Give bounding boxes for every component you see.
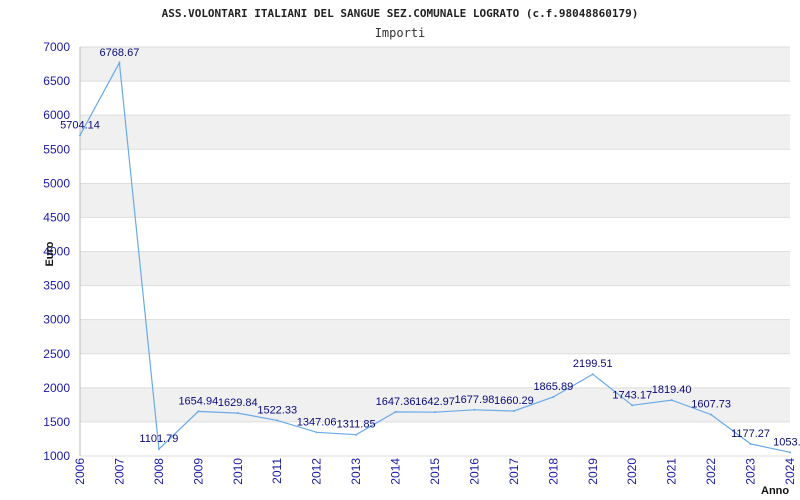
data-label: 1660.29 bbox=[494, 395, 534, 407]
x-tick-label: 2022 bbox=[704, 458, 718, 485]
x-tick-label: 2007 bbox=[112, 458, 126, 485]
data-label: 6768.67 bbox=[100, 47, 140, 59]
data-label: 1607.73 bbox=[691, 399, 731, 411]
data-point bbox=[197, 410, 200, 413]
chart-subtitle: Importi bbox=[375, 26, 426, 40]
x-tick-label: 2006 bbox=[73, 458, 87, 485]
x-tick-label: 2017 bbox=[507, 458, 521, 485]
x-tick-label: 2019 bbox=[586, 458, 600, 485]
y-tick-label: 1500 bbox=[43, 415, 70, 429]
x-tick-label: 2009 bbox=[191, 458, 205, 485]
y-tick-label: 3500 bbox=[43, 279, 70, 293]
grid-band bbox=[80, 251, 790, 286]
data-label: 1677.98 bbox=[455, 394, 495, 406]
data-label: 1311.85 bbox=[337, 419, 376, 431]
data-point bbox=[118, 61, 121, 64]
data-point bbox=[236, 412, 239, 415]
data-point bbox=[355, 433, 358, 436]
y-tick-label: 6500 bbox=[43, 74, 70, 88]
x-tick-label: 2016 bbox=[467, 458, 481, 485]
x-axis-label: Anno bbox=[761, 485, 789, 497]
y-tick-label: 2500 bbox=[43, 347, 70, 361]
grid-band bbox=[80, 81, 790, 116]
grid-band bbox=[80, 421, 790, 456]
x-tick-label: 2013 bbox=[349, 458, 363, 485]
data-point bbox=[591, 373, 594, 376]
x-tick-label: 2012 bbox=[310, 458, 324, 485]
y-tick-label: 5000 bbox=[43, 176, 70, 190]
x-axis-ticks: 2006 2007 2008 2009 2010 2011 2012 2013 2014 2015… bbox=[73, 458, 797, 485]
x-tick-label: 2018 bbox=[546, 458, 560, 485]
x-tick-label: 2024 bbox=[783, 458, 797, 485]
data-point bbox=[157, 448, 160, 451]
y-tick-label: 7000 bbox=[43, 40, 70, 54]
data-label: 1654.94 bbox=[178, 395, 218, 407]
data-point bbox=[631, 404, 634, 407]
data-label: 1053.6 bbox=[773, 436, 800, 448]
data-point bbox=[710, 413, 713, 416]
x-tick-label: 2014 bbox=[389, 458, 403, 485]
y-tick-label: 3000 bbox=[43, 313, 70, 327]
grid-band bbox=[80, 115, 790, 150]
x-tick-label: 2021 bbox=[665, 458, 679, 485]
x-tick-label: 2010 bbox=[231, 458, 245, 485]
chart: ASS.VOLONTARI ITALIANI DEL SANGUE SEZ.CO… bbox=[43, 7, 800, 497]
data-point bbox=[434, 411, 436, 414]
y-tick-label: 1000 bbox=[43, 449, 70, 463]
data-point bbox=[670, 399, 673, 402]
data-label: 2199.51 bbox=[573, 358, 613, 370]
data-point bbox=[512, 409, 515, 412]
chart-title: ASS.VOLONTARI ITALIANI DEL SANGUE SEZ.CO… bbox=[162, 7, 639, 20]
data-point bbox=[276, 419, 279, 422]
data-label: 1629.84 bbox=[218, 397, 258, 409]
grid-band bbox=[80, 319, 790, 354]
x-tick-label: 2023 bbox=[744, 458, 758, 485]
data-label: 5704.14 bbox=[60, 119, 100, 131]
grid-band bbox=[80, 285, 790, 320]
y-tick-label: 5500 bbox=[43, 142, 70, 156]
y-tick-label: 4500 bbox=[43, 210, 70, 224]
x-tick-label: 2011 bbox=[270, 458, 284, 484]
data-label: 1642.97 bbox=[415, 396, 455, 408]
x-tick-label: 2008 bbox=[152, 458, 166, 485]
data-label: 1347.06 bbox=[297, 416, 337, 428]
data-point bbox=[552, 395, 555, 398]
data-label: 1865.89 bbox=[533, 381, 573, 393]
data-label: 1101.79 bbox=[139, 433, 178, 445]
grid-band bbox=[80, 183, 790, 218]
data-point bbox=[749, 442, 752, 445]
data-label: 1647.36 bbox=[376, 396, 416, 408]
data-point bbox=[394, 410, 397, 413]
data-point bbox=[789, 451, 791, 454]
data-label: 1819.40 bbox=[652, 384, 692, 396]
data-label: 1522.33 bbox=[257, 404, 297, 416]
data-point bbox=[79, 134, 81, 137]
grid-band bbox=[80, 217, 790, 252]
grid-band bbox=[80, 353, 790, 388]
data-point bbox=[473, 408, 476, 411]
data-label: 1177.27 bbox=[731, 428, 770, 440]
grid-band bbox=[80, 47, 790, 82]
grid-band bbox=[80, 149, 790, 184]
data-point bbox=[315, 431, 318, 434]
y-tick-label: 2000 bbox=[43, 381, 70, 395]
x-tick-label: 2020 bbox=[625, 458, 639, 485]
y-axis-label: Euro bbox=[44, 241, 56, 266]
data-label: 1743.17 bbox=[612, 389, 652, 401]
x-tick-label: 2015 bbox=[428, 458, 442, 485]
